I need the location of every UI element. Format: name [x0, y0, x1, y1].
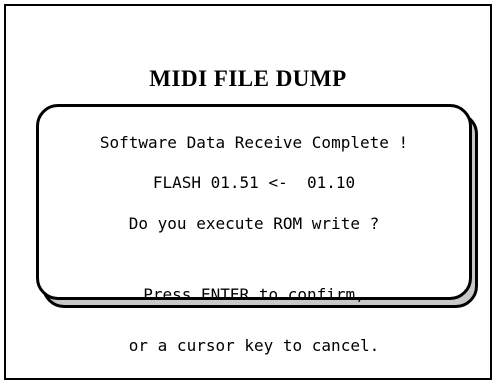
dialog-instructions: Press ENTER to confirm, or a cursor key … — [39, 252, 469, 388]
dialog-message: Software Data Receive Complete ! — [99, 133, 409, 152]
instruction-line-1: Press ENTER to confirm, — [143, 285, 365, 304]
dialog-question: Do you execute ROM write ? — [128, 214, 380, 233]
instruction-line-2: or a cursor key to cancel. — [128, 336, 380, 355]
screen-title: MIDI FILE DUMP — [149, 66, 347, 91]
lcd-screen: MIDI FILE DUMP Software Data Receive Com… — [4, 4, 492, 380]
confirm-dialog: Software Data Receive Complete ! FLASH 0… — [36, 104, 472, 354]
version-line: FLASH 01.51 <- 01.10 — [152, 173, 356, 192]
